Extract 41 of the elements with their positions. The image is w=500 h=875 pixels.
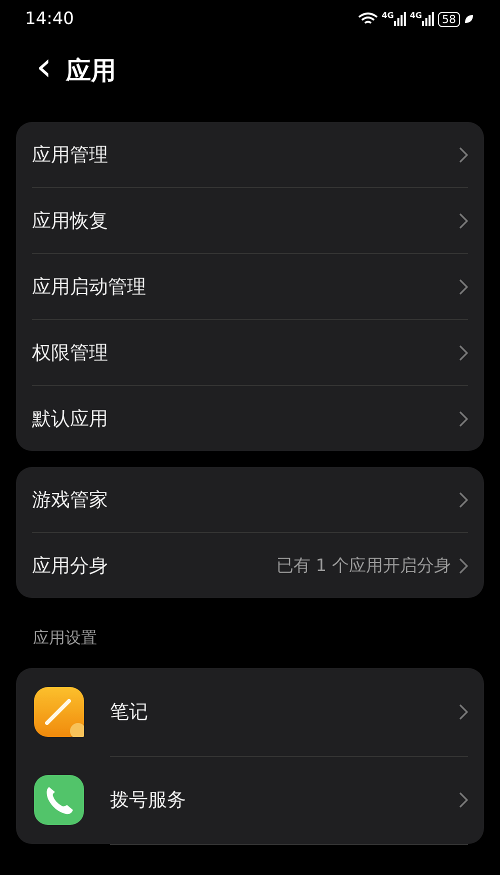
row-label: 默认应用 (32, 406, 109, 432)
section-heading: 应用设置 (32, 627, 98, 649)
app-row[interactable]: 拨号服务 (32, 756, 468, 844)
settings-row[interactable]: 默认应用 (32, 386, 468, 451)
settings-row[interactable]: 应用管理 (32, 122, 468, 188)
settings-row[interactable]: 应用启动管理 (32, 254, 468, 320)
chevron-right-icon (459, 704, 468, 720)
battery-indicator: 58 (438, 12, 460, 26)
signal-icon (394, 12, 406, 26)
signal-icon (422, 12, 434, 26)
settings-row[interactable]: 应用分身 已有 1 个应用开启分身 (32, 533, 468, 598)
back-button[interactable]: ‹ (36, 47, 66, 93)
chevron-right-icon (459, 146, 468, 162)
app-name: 拨号服务 (110, 788, 187, 812)
wifi-icon (358, 12, 378, 26)
chevron-right-icon (459, 558, 468, 574)
row-label: 应用管理 (32, 142, 109, 168)
network-type: 4G (382, 12, 394, 20)
phone-app-icon (34, 775, 84, 825)
chevron-right-icon (459, 344, 468, 360)
row-label: 应用分身 (32, 554, 109, 578)
chevron-right-icon (459, 410, 468, 426)
app-name: 笔记 (110, 700, 149, 724)
row-value: 已有 1 个应用开启分身 (276, 555, 451, 577)
notes-app-icon (34, 687, 84, 737)
chevron-right-icon (459, 492, 468, 508)
leaf-icon (464, 14, 474, 24)
chevron-right-icon (459, 212, 468, 228)
row-label: 游戏管家 (32, 488, 109, 512)
network-type: 4G (410, 12, 422, 20)
row-label: 权限管理 (32, 340, 109, 366)
chevron-right-icon (459, 278, 468, 294)
settings-row[interactable]: 应用恢复 (32, 188, 468, 254)
settings-row[interactable]: 权限管理 (32, 320, 468, 386)
row-label: 应用启动管理 (32, 274, 147, 300)
page-title: 应用 (66, 54, 116, 86)
chevron-right-icon (459, 792, 468, 808)
status-time: 14:40 (25, 9, 74, 29)
row-label: 应用恢复 (32, 208, 109, 234)
app-row[interactable]: 笔记 (32, 668, 468, 756)
settings-row[interactable]: 游戏管家 (32, 467, 468, 533)
